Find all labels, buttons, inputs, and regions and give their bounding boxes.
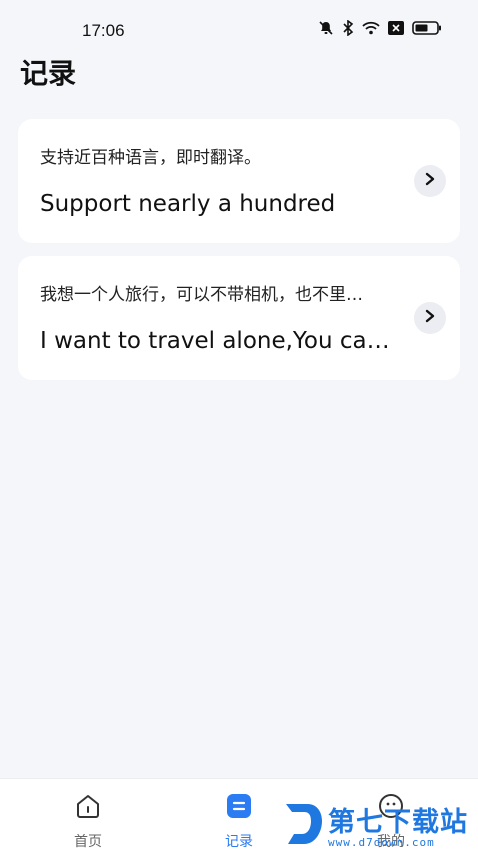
nav-item-record[interactable]: 记录	[199, 792, 279, 850]
record-translation-text: Support nearly a hundred	[40, 191, 336, 217]
record-source-text: 支持近百种语言，即时翻译。	[40, 148, 261, 168]
open-record-button[interactable]	[414, 165, 446, 197]
chevron-right-icon	[424, 172, 436, 191]
nav-label-home: 首页	[74, 834, 102, 850]
chevron-right-icon	[424, 309, 436, 328]
record-card[interactable]: 支持近百种语言，即时翻译。 Support nearly a hundred	[18, 119, 460, 243]
mute-bell-icon	[318, 20, 334, 36]
status-bar: 17:06	[0, 0, 478, 52]
wifi-icon	[362, 21, 380, 35]
home-icon	[74, 792, 102, 825]
page-title: 记录	[20, 57, 77, 90]
record-icon	[225, 792, 253, 825]
watermark: 第七下载站 www.d7down.com	[282, 798, 474, 850]
nav-label-record: 记录	[225, 834, 253, 850]
watermark-url: www.d7down.com	[328, 836, 435, 849]
status-time: 17:06	[82, 21, 125, 40]
bluetooth-icon	[342, 20, 354, 36]
battery-icon	[412, 21, 442, 35]
record-card[interactable]: 我想一个人旅行，可以不带相机，也不里… I want to travel alo…	[18, 256, 460, 380]
sim-off-icon	[388, 21, 404, 35]
status-icons	[318, 20, 442, 36]
watermark-logo-icon	[282, 804, 326, 850]
open-record-button[interactable]	[414, 302, 446, 334]
record-translation-text: I want to travel alone,You ca…	[40, 328, 390, 354]
record-source-text: 我想一个人旅行，可以不带相机，也不里…	[40, 285, 363, 305]
nav-item-home[interactable]: 首页	[48, 792, 128, 850]
watermark-text: 第七下载站	[328, 807, 468, 838]
